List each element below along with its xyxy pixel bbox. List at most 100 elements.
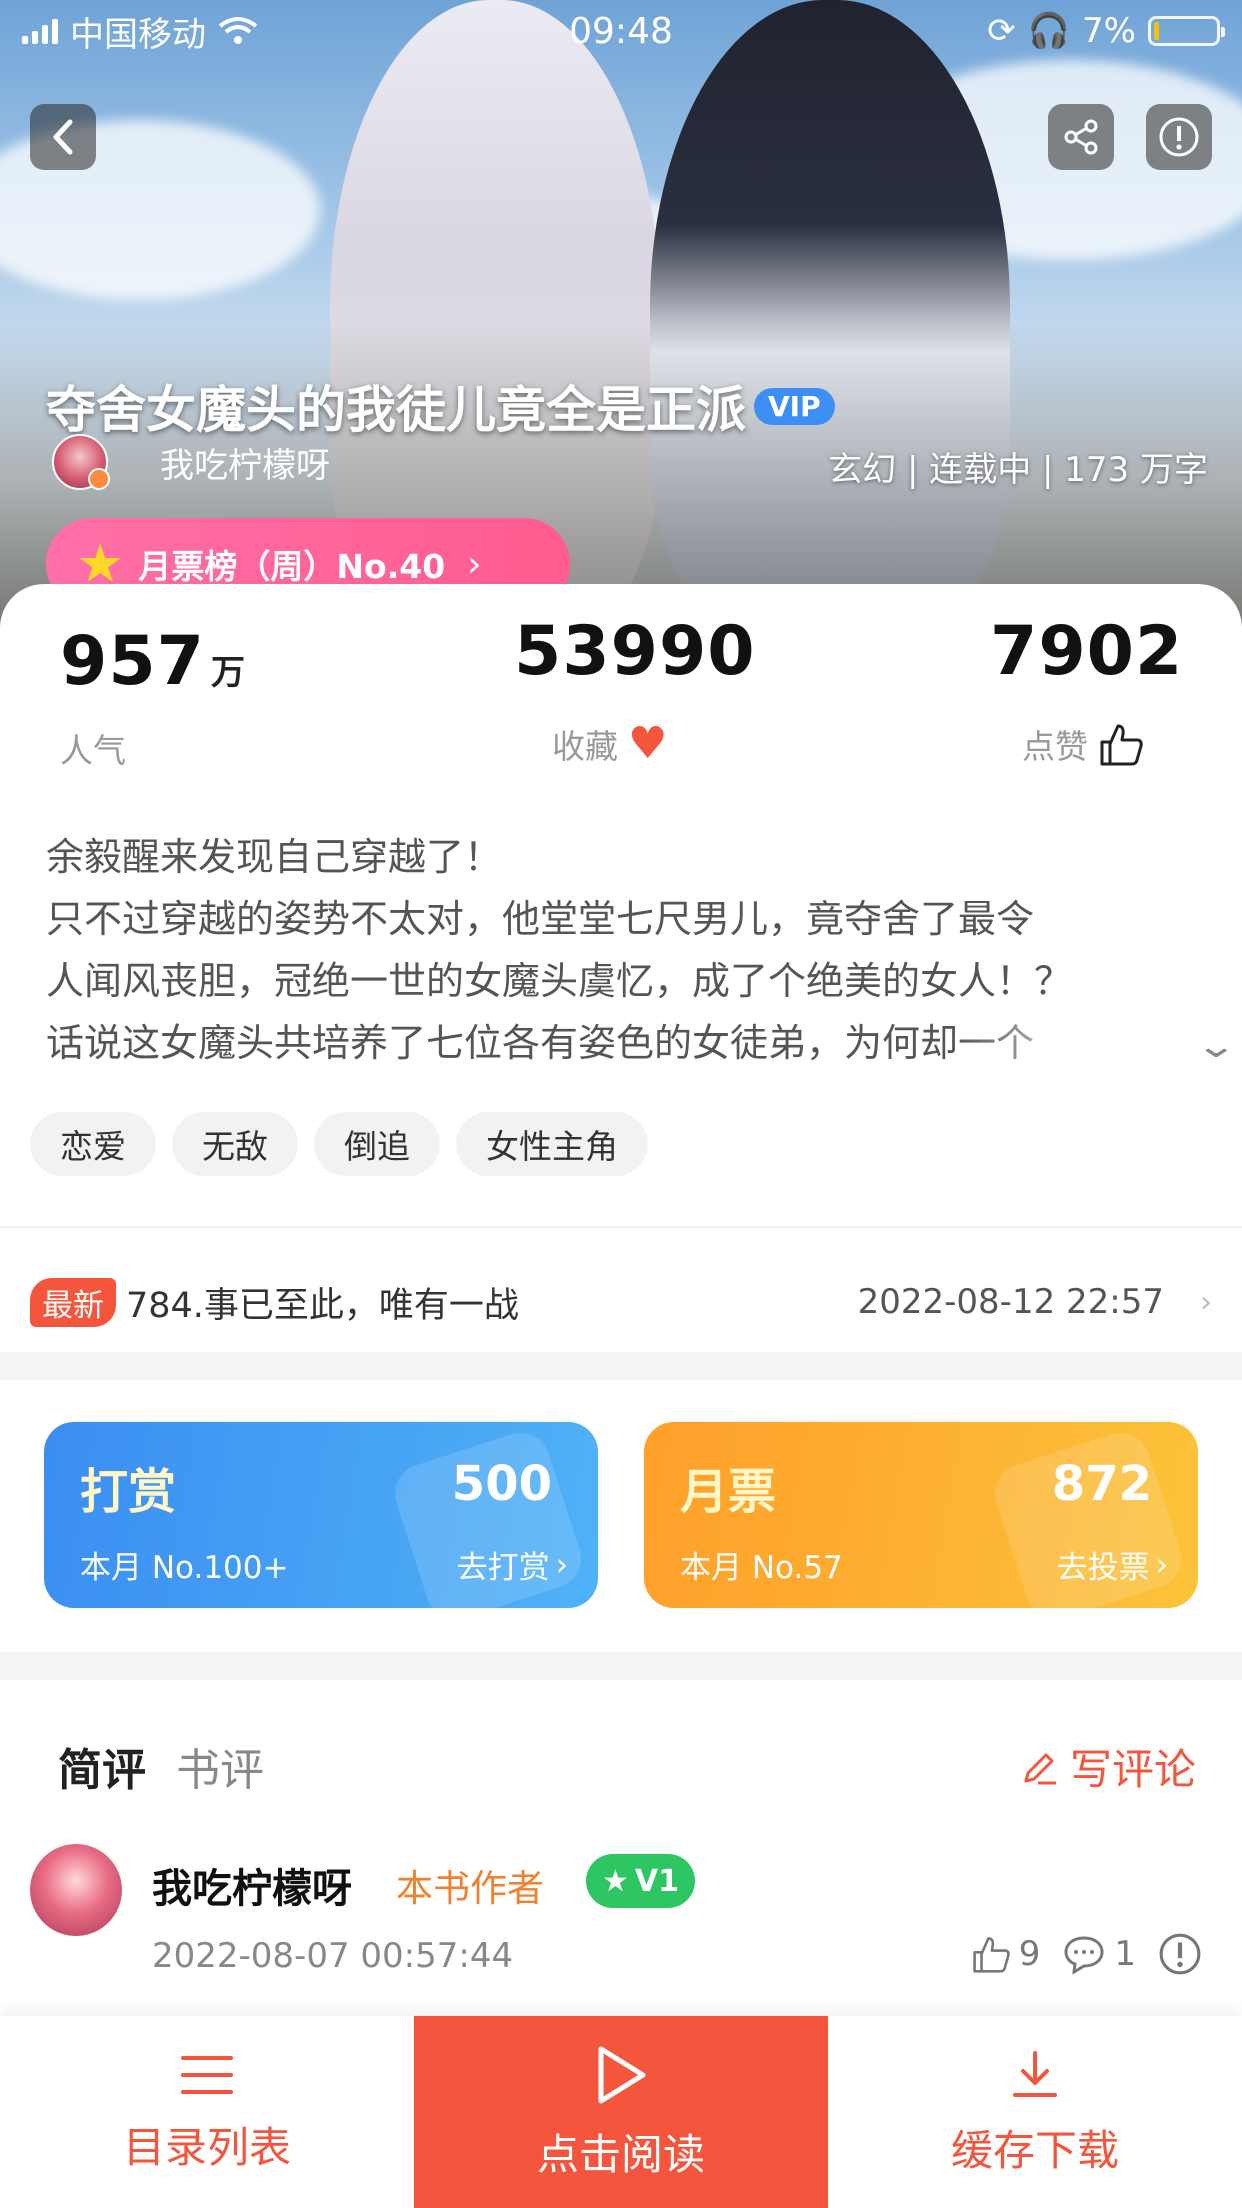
tag-chip[interactable]: 恋爱 bbox=[30, 1112, 156, 1176]
tip-card[interactable]: 打赏 500 本月 No.100+ 去打赏 › bbox=[44, 1422, 598, 1608]
reviewer-name[interactable]: 我吃柠檬呀 bbox=[152, 1856, 352, 1914]
headphones-icon: 🎧 bbox=[1027, 11, 1071, 51]
review-tabs: 简评 书评 bbox=[58, 1734, 264, 1798]
section-divider bbox=[0, 1652, 1242, 1680]
stat-favorites: 53990 bbox=[514, 612, 756, 691]
back-arrow-icon bbox=[53, 119, 73, 155]
divider bbox=[0, 1226, 1242, 1228]
catalog-button[interactable]: 目录列表 bbox=[0, 2016, 414, 2208]
info-icon bbox=[1159, 117, 1199, 157]
author-name[interactable]: 我吃柠檬呀 bbox=[160, 438, 330, 487]
rank-label: 月票榜（周）No.40 bbox=[138, 547, 446, 586]
battery-level bbox=[1154, 22, 1159, 40]
download-label: 缓存下载 bbox=[950, 2125, 1119, 2175]
info-icon bbox=[1159, 1933, 1201, 1975]
tip-action[interactable]: 去打赏 › bbox=[457, 1542, 568, 1587]
review-like-count: 9 bbox=[1018, 1934, 1041, 1974]
author-avatar[interactable] bbox=[52, 434, 110, 490]
battery-icon bbox=[1148, 16, 1225, 46]
read-label: 点击阅读 bbox=[536, 2129, 705, 2179]
share-button[interactable] bbox=[1048, 104, 1114, 170]
tag-chip[interactable]: 倒追 bbox=[314, 1112, 440, 1176]
author-role-badge: 本书作者 bbox=[396, 1867, 544, 1910]
book-title: 夺舍女魔头的我徒儿竟全是正派 bbox=[46, 381, 746, 439]
favorite-button[interactable]: 收藏 ♥ bbox=[552, 720, 667, 768]
favorites-value: 53990 bbox=[514, 612, 756, 691]
like-button[interactable]: 点赞 bbox=[1022, 720, 1144, 768]
book-info-card: 957 万 人气 53990 收藏 ♥ 7902 点赞 余毅醒来发现自己穿越了！ … bbox=[0, 584, 1242, 2016]
carrier-name: 中国移动 bbox=[70, 14, 206, 55]
review-report-button[interactable] bbox=[1158, 1932, 1202, 1976]
tag-list: 恋爱 无敌 倒追 女性主角 bbox=[30, 1112, 648, 1176]
favorites-label: 收藏 bbox=[552, 727, 618, 766]
heart-icon: ♥ bbox=[628, 718, 668, 769]
read-button[interactable]: 点击阅读 bbox=[414, 2016, 828, 2208]
list-icon bbox=[181, 2055, 233, 2094]
level-badge: ★ V1 bbox=[586, 1854, 695, 1908]
latest-badge: 最新 bbox=[30, 1277, 116, 1327]
monthly-title: 月票 bbox=[680, 1464, 777, 1520]
status-time: 09:48 bbox=[569, 10, 673, 52]
comment-icon bbox=[1064, 1936, 1104, 1974]
synopsis[interactable]: 余毅醒来发现自己穿越了！ 只不过穿越的姿势不太对，他堂堂七尺男儿，竟夺舍了最令 … bbox=[46, 826, 1196, 1074]
chevron-right-icon: › bbox=[1200, 1284, 1212, 1320]
monthly-count: 872 bbox=[1051, 1456, 1152, 1512]
review-like-button[interactable]: 9 bbox=[971, 1934, 1041, 1974]
synopsis-line: 人闻风丧胆，冠绝一世的女魔头虞忆，成了个绝美的女人！？ bbox=[46, 959, 1073, 1003]
stat-popularity: 957 万 bbox=[60, 622, 245, 701]
avatar[interactable] bbox=[30, 1844, 122, 1936]
chevron-right-icon: › bbox=[1155, 1546, 1168, 1583]
monthly-ticket-card[interactable]: 月票 872 本月 No.57 去投票 › bbox=[644, 1422, 1198, 1608]
chevron-right-icon: › bbox=[467, 543, 482, 585]
review-comment-button[interactable]: 1 bbox=[1062, 1934, 1136, 1974]
popularity-label: 人气 bbox=[60, 731, 126, 770]
tip-title: 打赏 bbox=[80, 1464, 177, 1520]
book-meta: 玄幻 | 连载中 | 173 万字 bbox=[828, 450, 1208, 490]
bottom-action-bar: 目录列表 点击阅读 缓存下载 bbox=[0, 2016, 1242, 2208]
download-button[interactable]: 缓存下载 bbox=[828, 2016, 1242, 2208]
review-actions: 9 1 bbox=[971, 1932, 1202, 1976]
tip-rank: 本月 No.100+ bbox=[80, 1550, 289, 1586]
review-item[interactable]: 我吃柠檬呀 本书作者 ★ V1 2022-08-07 00:57:44 9 1 bbox=[30, 1844, 1212, 2024]
popularity-value: 957 bbox=[60, 622, 205, 701]
chevron-right-icon: › bbox=[555, 1546, 568, 1583]
tip-count: 500 bbox=[451, 1456, 552, 1512]
level-text: V1 bbox=[634, 1863, 679, 1899]
battery-percent: 7% bbox=[1082, 11, 1136, 51]
latest-chapter-title: 784.事已至此，唯有一战 bbox=[126, 1285, 519, 1326]
cover-banner: 中国移动 09:48 ⟳ 🎧 7% 夺舍女魔头的我徒儿竟全是正派 VIP 我吃柠… bbox=[0, 0, 1242, 640]
tab-book-review[interactable]: 书评 bbox=[176, 1734, 264, 1798]
share-icon bbox=[1064, 119, 1098, 155]
author-row[interactable]: 我吃柠檬呀 bbox=[52, 434, 330, 490]
write-review-button[interactable]: 写评论 bbox=[1020, 1736, 1196, 1797]
catalog-label: 目录列表 bbox=[122, 2122, 291, 2172]
report-button[interactable] bbox=[1146, 104, 1212, 170]
synopsis-line: 只不过穿越的姿势不太对，他堂堂七尺男儿，竟夺舍了最令 bbox=[46, 897, 1035, 941]
thumbs-up-icon bbox=[973, 1937, 1010, 1973]
tip-action-label: 去打赏 bbox=[456, 1550, 550, 1586]
latest-chapter-row[interactable]: 最新 784.事已至此，唯有一战 2022-08-12 22:57 › bbox=[30, 1264, 1212, 1340]
wifi-icon bbox=[218, 17, 258, 44]
synopsis-fade bbox=[956, 1012, 1196, 1074]
latest-chapter-time: 2022-08-12 22:57 bbox=[857, 1282, 1164, 1322]
review-time: 2022-08-07 00:57:44 bbox=[152, 1936, 514, 1976]
review-comment-count: 1 bbox=[1114, 1934, 1136, 1974]
vote-action-label: 去投票 bbox=[1056, 1550, 1150, 1586]
star-icon: ★ bbox=[76, 532, 125, 595]
tag-chip[interactable]: 女性主角 bbox=[456, 1112, 648, 1176]
vote-action[interactable]: 去投票 › bbox=[1057, 1542, 1168, 1587]
status-bar: 中国移动 09:48 ⟳ 🎧 7% bbox=[0, 0, 1242, 62]
signal-icon bbox=[22, 18, 58, 44]
pencil-icon bbox=[1024, 1753, 1056, 1784]
tag-chip[interactable]: 无敌 bbox=[172, 1112, 298, 1176]
monthly-rank: 本月 No.57 bbox=[680, 1550, 843, 1586]
thumbs-up-icon bbox=[1100, 724, 1143, 766]
stat-likes: 7902 bbox=[990, 612, 1183, 691]
play-icon bbox=[598, 2046, 646, 2103]
tab-short-review[interactable]: 简评 bbox=[58, 1734, 146, 1798]
likes-value: 7902 bbox=[990, 612, 1184, 691]
write-review-label: 写评论 bbox=[1069, 1745, 1196, 1794]
likes-label: 点赞 bbox=[1022, 727, 1088, 766]
back-button[interactable] bbox=[30, 104, 96, 170]
expand-synopsis-icon[interactable]: ⌄ bbox=[1194, 1026, 1237, 1066]
